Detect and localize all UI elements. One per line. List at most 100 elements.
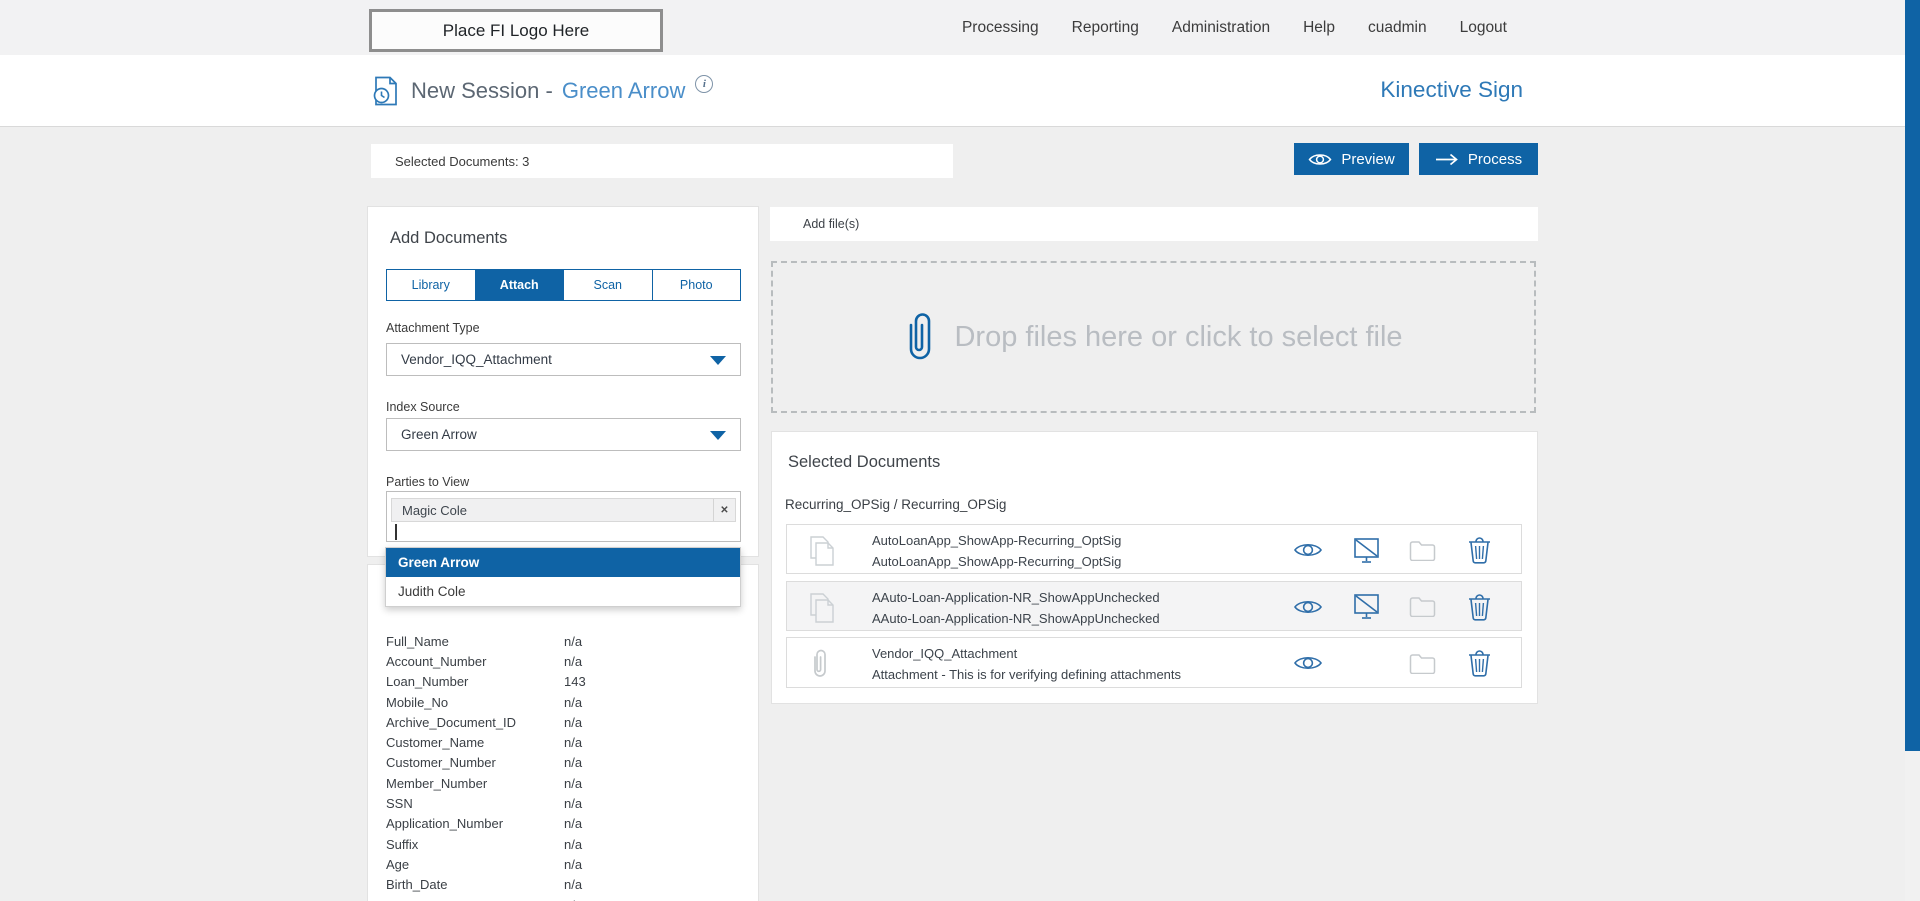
document-title: Vendor_IQQ_Attachment: [872, 646, 1018, 661]
parties-to-view-input[interactable]: Magic Cole ✕: [386, 491, 741, 542]
document-pages-icon: [810, 536, 834, 566]
attachment-type-value: Vendor_IQQ_Attachment: [401, 352, 552, 367]
field-row: Application_Number n/a: [386, 816, 583, 832]
selected-documents-panel: Selected Documents Recurring_OPSig / Rec…: [771, 431, 1538, 704]
parties-to-view-label: Parties to View: [386, 475, 470, 489]
preview-eye-icon[interactable]: [1292, 536, 1324, 564]
delete-trash-icon[interactable]: [1463, 593, 1495, 621]
main-nav: Processing Reporting Administration Help…: [962, 0, 1507, 55]
document-pages-icon: [810, 592, 834, 623]
brand-title: Kinective Sign: [1380, 77, 1523, 102]
add-documents-tabs: Library Attach Scan Photo: [386, 269, 741, 301]
field-row: Customer_Number n/a: [386, 755, 583, 771]
fi-logo-text: Place FI Logo Here: [442, 20, 590, 40]
session-index-source-link[interactable]: Green Arrow: [562, 78, 686, 104]
arrow-right-icon: [1435, 153, 1458, 165]
add-documents-title: Add Documents: [390, 229, 508, 247]
index-fields-panel: Full_Name n/a Account_Number n/a Loan_Numb…: [367, 564, 759, 901]
fi-logo-placeholder: Place FI Logo Here: [369, 9, 663, 52]
field-row: Document_Set_Namen/a: [368, 895, 758, 901]
page-header: New Session - Green Arrow i Kinective Si…: [0, 55, 1905, 127]
nav-item-cuadmin[interactable]: cuadmin: [1368, 19, 1427, 37]
field-row: Loan_Number 143: [386, 674, 586, 690]
nav-item-logout[interactable]: Logout: [1460, 19, 1507, 37]
selected-documents-count-bar: Selected Documents: 3: [371, 144, 953, 178]
field-row: Age n/a: [386, 856, 583, 872]
field-row: Mobile_No n/a: [386, 694, 583, 710]
top-bar: Place FI Logo Here Processing Reporting …: [0, 0, 1905, 55]
parties-dropdown: Green Arrow Judith Cole: [385, 547, 741, 607]
delete-trash-icon[interactable]: [1463, 536, 1495, 564]
tab-attach[interactable]: Attach: [474, 270, 563, 300]
tab-scan[interactable]: Scan: [563, 270, 652, 300]
session-history-icon: [373, 76, 397, 106]
paperclip-icon: [910, 313, 931, 360]
field-row: Full_Name n/a: [386, 633, 583, 649]
chevron-down-icon: [710, 431, 726, 440]
document-list: AutoLoanApp_ShowApp-Recurring_OptSig Aut…: [786, 524, 1522, 695]
folder-icon[interactable]: [1406, 649, 1438, 677]
push-to-signpad-icon[interactable]: [1350, 593, 1382, 621]
tab-photo[interactable]: Photo: [651, 270, 741, 300]
text-cursor: [395, 524, 397, 540]
index-source-select[interactable]: Green Arrow: [386, 418, 741, 451]
nav-item-administration[interactable]: Administration: [1172, 19, 1270, 37]
index-source-value: Green Arrow: [401, 427, 477, 442]
dropzone-text: Drop files here or click to select file: [954, 320, 1403, 353]
document-row: Vendor_IQQ_Attachment Attachment - This …: [786, 637, 1522, 688]
add-files-bar: Add file(s): [770, 207, 1538, 241]
party-chip-label: Magic Cole: [402, 502, 468, 518]
add-files-label: Add file(s): [803, 217, 860, 231]
preview-eye-icon[interactable]: [1292, 593, 1324, 621]
party-option-green-arrow[interactable]: Green Arrow: [386, 548, 740, 577]
field-row: Archive_Document_ID n/a: [386, 714, 583, 730]
eye-icon: [1308, 153, 1332, 165]
nav-item-help[interactable]: Help: [1303, 19, 1335, 37]
document-row: AutoLoanApp_ShowApp-Recurring_OptSig Aut…: [786, 524, 1522, 574]
attachment-type-label: Attachment Type: [386, 321, 480, 335]
preview-button[interactable]: Preview: [1294, 143, 1409, 175]
selected-documents-title: Selected Documents: [788, 453, 941, 471]
tab-library[interactable]: Library: [387, 270, 475, 300]
remove-party-icon[interactable]: ✕: [713, 499, 735, 521]
chevron-down-icon: [710, 356, 726, 365]
session-title-group: New Session - Green Arrow i: [371, 55, 714, 127]
folder-icon[interactable]: [1406, 536, 1438, 564]
scrollbar-thumb[interactable]: [1905, 0, 1920, 751]
party-option-judith-cole[interactable]: Judith Cole: [386, 577, 740, 606]
document-subtitle: Attachment - This is for verifying defin…: [872, 667, 1182, 682]
file-dropzone[interactable]: Drop files here or click to select file: [771, 261, 1536, 413]
document-subtitle: AutoLoanApp_ShowApp-Recurring_OptSig: [872, 554, 1122, 569]
field-row: SSN n/a: [386, 796, 583, 812]
document-subtitle: AAuto-Loan-Application-NR_ShowAppUncheck…: [872, 610, 1160, 626]
field-row: Customer_Name n/a: [386, 735, 583, 751]
field-row: Account_Number n/a: [386, 653, 583, 669]
scrollbar-track[interactable]: [1905, 0, 1920, 901]
field-row: Suffix n/a: [386, 836, 583, 852]
document-row: AAuto-Loan-Application-NR_ShowAppUncheck…: [786, 580, 1522, 631]
process-button[interactable]: Process: [1419, 143, 1538, 175]
preview-button-label: Preview: [1341, 150, 1395, 168]
party-chip: Magic Cole ✕: [391, 498, 736, 522]
field-row: Birth_Date n/a: [386, 877, 583, 893]
field-row: Member_Number n/a: [386, 775, 583, 791]
document-title: AutoLoanApp_ShowApp-Recurring_OptSig: [872, 533, 1122, 548]
nav-item-processing[interactable]: Processing: [962, 19, 1039, 37]
attachment-type-select[interactable]: Vendor_IQQ_Attachment: [386, 343, 741, 376]
add-documents-panel: Add Documents Library Attach Scan Photo …: [367, 206, 759, 557]
push-to-signpad-icon[interactable]: [1350, 536, 1382, 564]
document-title: AAuto-Loan-Application-NR_ShowAppUncheck…: [872, 589, 1160, 605]
preview-eye-icon[interactable]: [1292, 649, 1324, 677]
process-button-label: Process: [1467, 150, 1523, 168]
document-set-name: Recurring_OPSig / Recurring_OPSig: [785, 497, 1007, 512]
kinective-sign-app: Place FI Logo Here Processing Reporting …: [0, 0, 1920, 901]
index-source-label: Index Source: [386, 400, 460, 414]
info-icon[interactable]: i: [695, 75, 714, 93]
index-fields-list: Full_Name n/a Account_Number n/a Loan_Numb…: [368, 631, 758, 901]
page-title: New Session -: [411, 78, 553, 103]
delete-trash-icon[interactable]: [1463, 649, 1495, 677]
nav-item-reporting[interactable]: Reporting: [1072, 19, 1139, 37]
paperclip-icon: [814, 649, 826, 677]
folder-icon[interactable]: [1406, 593, 1438, 621]
selected-documents-count: Selected Documents: 3: [395, 153, 530, 169]
